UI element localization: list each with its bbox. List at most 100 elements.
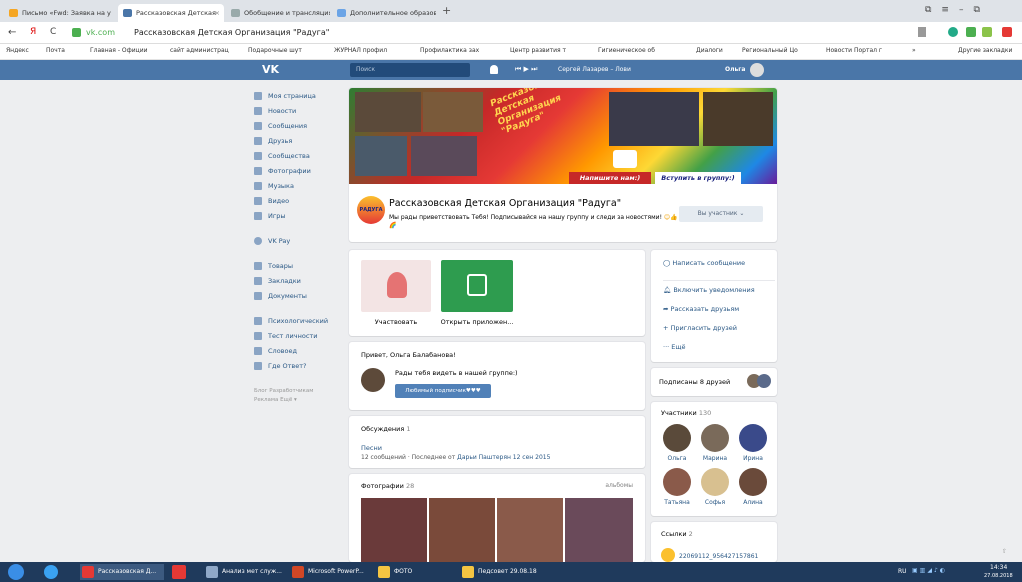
taskbar-item-powerpoint[interactable]: Microsoft PowerP... bbox=[290, 564, 370, 580]
nav-games[interactable]: Игры bbox=[254, 208, 344, 223]
bookmark-glavnaya[interactable]: Главная - Официи bbox=[90, 47, 148, 54]
nav-test[interactable]: Тест личности bbox=[254, 328, 344, 343]
extension-icon[interactable] bbox=[948, 27, 958, 37]
nav-music[interactable]: Музыка bbox=[254, 178, 344, 193]
member-avatar[interactable] bbox=[739, 424, 767, 452]
photo-thumb[interactable] bbox=[361, 498, 427, 562]
bookmark-journal[interactable]: ЖУРНАЛ профил bbox=[334, 47, 387, 54]
address-title[interactable]: Рассказовская Детская Организация "Радуг… bbox=[134, 28, 329, 37]
member-name[interactable]: Ольга bbox=[659, 455, 695, 462]
more-action[interactable]: ··· Ещё bbox=[663, 343, 686, 351]
invite-action[interactable]: + Пригласить друзей bbox=[663, 324, 737, 332]
join-group-button[interactable]: Вступить в группу:) bbox=[655, 172, 741, 184]
language-indicator[interactable]: RU bbox=[898, 568, 907, 575]
photo-thumb[interactable] bbox=[429, 498, 495, 562]
reload-icon[interactable]: C bbox=[50, 27, 56, 37]
new-tab-button[interactable]: + bbox=[442, 4, 451, 17]
welcome-button[interactable]: Любимый подписчик♥♥♥ bbox=[395, 384, 491, 398]
user-name[interactable]: Ольга bbox=[725, 66, 745, 73]
bookmark-podarochnye[interactable]: Подарочные шут bbox=[248, 47, 302, 54]
taskbar-item-analysis[interactable]: Анализ мет служ... bbox=[204, 564, 284, 580]
bookmark-regional[interactable]: Региональный Цо bbox=[742, 47, 798, 54]
nav-psych[interactable]: Психологический bbox=[254, 313, 344, 328]
extension-icon[interactable] bbox=[966, 27, 976, 37]
browser-tab-obobschenie[interactable]: Обобщение и трансляция bbox=[226, 4, 330, 22]
address-domain[interactable]: vk.com bbox=[86, 28, 115, 37]
extension-icon[interactable] bbox=[982, 27, 992, 37]
member-name[interactable]: Ирина bbox=[735, 455, 771, 462]
nav-video[interactable]: Видео bbox=[254, 193, 344, 208]
photo-thumb[interactable] bbox=[497, 498, 563, 562]
bookmark-centr[interactable]: Центр развития т bbox=[510, 47, 566, 54]
member-avatar[interactable] bbox=[701, 468, 729, 496]
nav-goods[interactable]: Товары bbox=[254, 258, 344, 273]
search-input[interactable]: Поиск bbox=[350, 63, 470, 77]
browser-tab-mail[interactable]: Письмо «Fwd: Заявка на у bbox=[4, 4, 116, 22]
bookmark-dialogi[interactable]: Диалоги bbox=[696, 47, 723, 54]
nav-friends[interactable]: Друзья bbox=[254, 133, 344, 148]
photo-thumb[interactable] bbox=[565, 498, 633, 562]
extension-icon[interactable] bbox=[1002, 27, 1012, 37]
friends-following-card[interactable]: Подписаны 8 друзей bbox=[651, 368, 777, 396]
write-us-button[interactable]: Напишите нам:) bbox=[569, 172, 651, 184]
bookmark-other[interactable]: Другие закладки bbox=[958, 47, 1012, 54]
discussions-header[interactable]: Обсуждения 1 bbox=[361, 425, 411, 433]
bookmark-yandex[interactable]: Яндекс bbox=[6, 47, 29, 54]
taskbar-item-foto[interactable]: ФОТО bbox=[376, 564, 452, 580]
bookmark-gigiena[interactable]: Гигиеническое об bbox=[598, 47, 655, 54]
nav-my-page[interactable]: Моя страница bbox=[254, 88, 344, 103]
nav-footer-links[interactable]: Блог Разработчикам bbox=[254, 387, 344, 396]
nav-photos[interactable]: Фотографии bbox=[254, 163, 344, 178]
member-name[interactable]: Алина bbox=[735, 499, 771, 506]
start-button[interactable] bbox=[8, 564, 24, 580]
member-name[interactable]: Марина bbox=[697, 455, 733, 462]
discussion-author-link[interactable]: Дарьи Паштерян 12 сен 2015 bbox=[457, 454, 550, 461]
yandex-icon[interactable] bbox=[172, 565, 186, 579]
bookmark-novosti[interactable]: Новости Портал г bbox=[826, 47, 882, 54]
player-controls[interactable]: ⏮ ▶ ⏭ bbox=[515, 65, 537, 74]
yandex-icon[interactable]: Я bbox=[30, 27, 36, 37]
member-name[interactable]: Софья bbox=[697, 499, 733, 506]
scroll-top-icon[interactable]: ⇧ bbox=[1002, 548, 1007, 555]
nav-footer-more[interactable]: Реклама Ещё ▾ bbox=[254, 396, 344, 405]
app-open-label[interactable]: Открыть приложен... bbox=[437, 318, 517, 326]
app-participate-image[interactable] bbox=[361, 260, 431, 312]
member-avatar[interactable] bbox=[663, 424, 691, 452]
photos-header[interactable]: Фотографии 28 bbox=[361, 482, 414, 490]
user-avatar[interactable] bbox=[750, 63, 764, 77]
nav-slovoed[interactable]: Словоед bbox=[254, 343, 344, 358]
tray-icons[interactable]: ▣▥◢♪◐ bbox=[912, 567, 947, 574]
taskbar-item-pedsovet[interactable]: Педсовет 29.08.18 bbox=[460, 564, 540, 580]
share-action[interactable]: ➦ Рассказать друзьям bbox=[663, 305, 739, 313]
player-track[interactable]: Сергей Лазарев – Лови bbox=[558, 66, 631, 73]
bookmark-pochta[interactable]: Почта bbox=[46, 47, 65, 54]
app-open-image[interactable] bbox=[441, 260, 513, 312]
send-message-action[interactable]: ◯ Написать сообщение bbox=[663, 259, 745, 267]
bookmarks-more[interactable]: » bbox=[912, 47, 916, 54]
link-item[interactable]: 22069112_956427157861 bbox=[679, 553, 758, 560]
browser-tab-vk[interactable]: Рассказовская Детская × bbox=[118, 4, 224, 22]
member-avatar[interactable] bbox=[739, 468, 767, 496]
vk-logo[interactable]: VK bbox=[262, 63, 279, 76]
albums-link[interactable]: альбомы bbox=[605, 482, 633, 489]
notifications-action[interactable]: 🔔︎ Включить уведомления bbox=[663, 286, 755, 294]
member-name[interactable]: Татьяна bbox=[659, 499, 695, 506]
bookmark-site[interactable]: сайт администрац bbox=[170, 47, 229, 54]
discussion-topic[interactable]: Песни bbox=[361, 444, 382, 452]
bell-icon[interactable] bbox=[490, 65, 498, 74]
app-participate-label[interactable]: Участвовать bbox=[361, 318, 431, 326]
nav-where-answer[interactable]: Где Ответ? bbox=[254, 358, 344, 373]
nav-documents[interactable]: Документы bbox=[254, 288, 344, 303]
members-header[interactable]: Участники 130 bbox=[661, 409, 711, 417]
nav-communities[interactable]: Сообщества bbox=[254, 148, 344, 163]
close-tab-icon[interactable]: × bbox=[215, 4, 220, 22]
member-avatar[interactable] bbox=[663, 468, 691, 496]
nav-vkpay[interactable]: VK Pay bbox=[254, 233, 344, 248]
chrome-icon[interactable] bbox=[44, 565, 58, 579]
member-avatar[interactable] bbox=[701, 424, 729, 452]
bookmark-profilaktika[interactable]: Профилактика зах bbox=[420, 47, 479, 54]
links-header[interactable]: Ссылки 2 bbox=[661, 530, 693, 538]
group-avatar[interactable]: РАДУГА bbox=[357, 196, 385, 224]
back-icon[interactable]: ← bbox=[8, 27, 16, 38]
browser-tab-dop[interactable]: Дополнительное образов bbox=[332, 4, 436, 22]
